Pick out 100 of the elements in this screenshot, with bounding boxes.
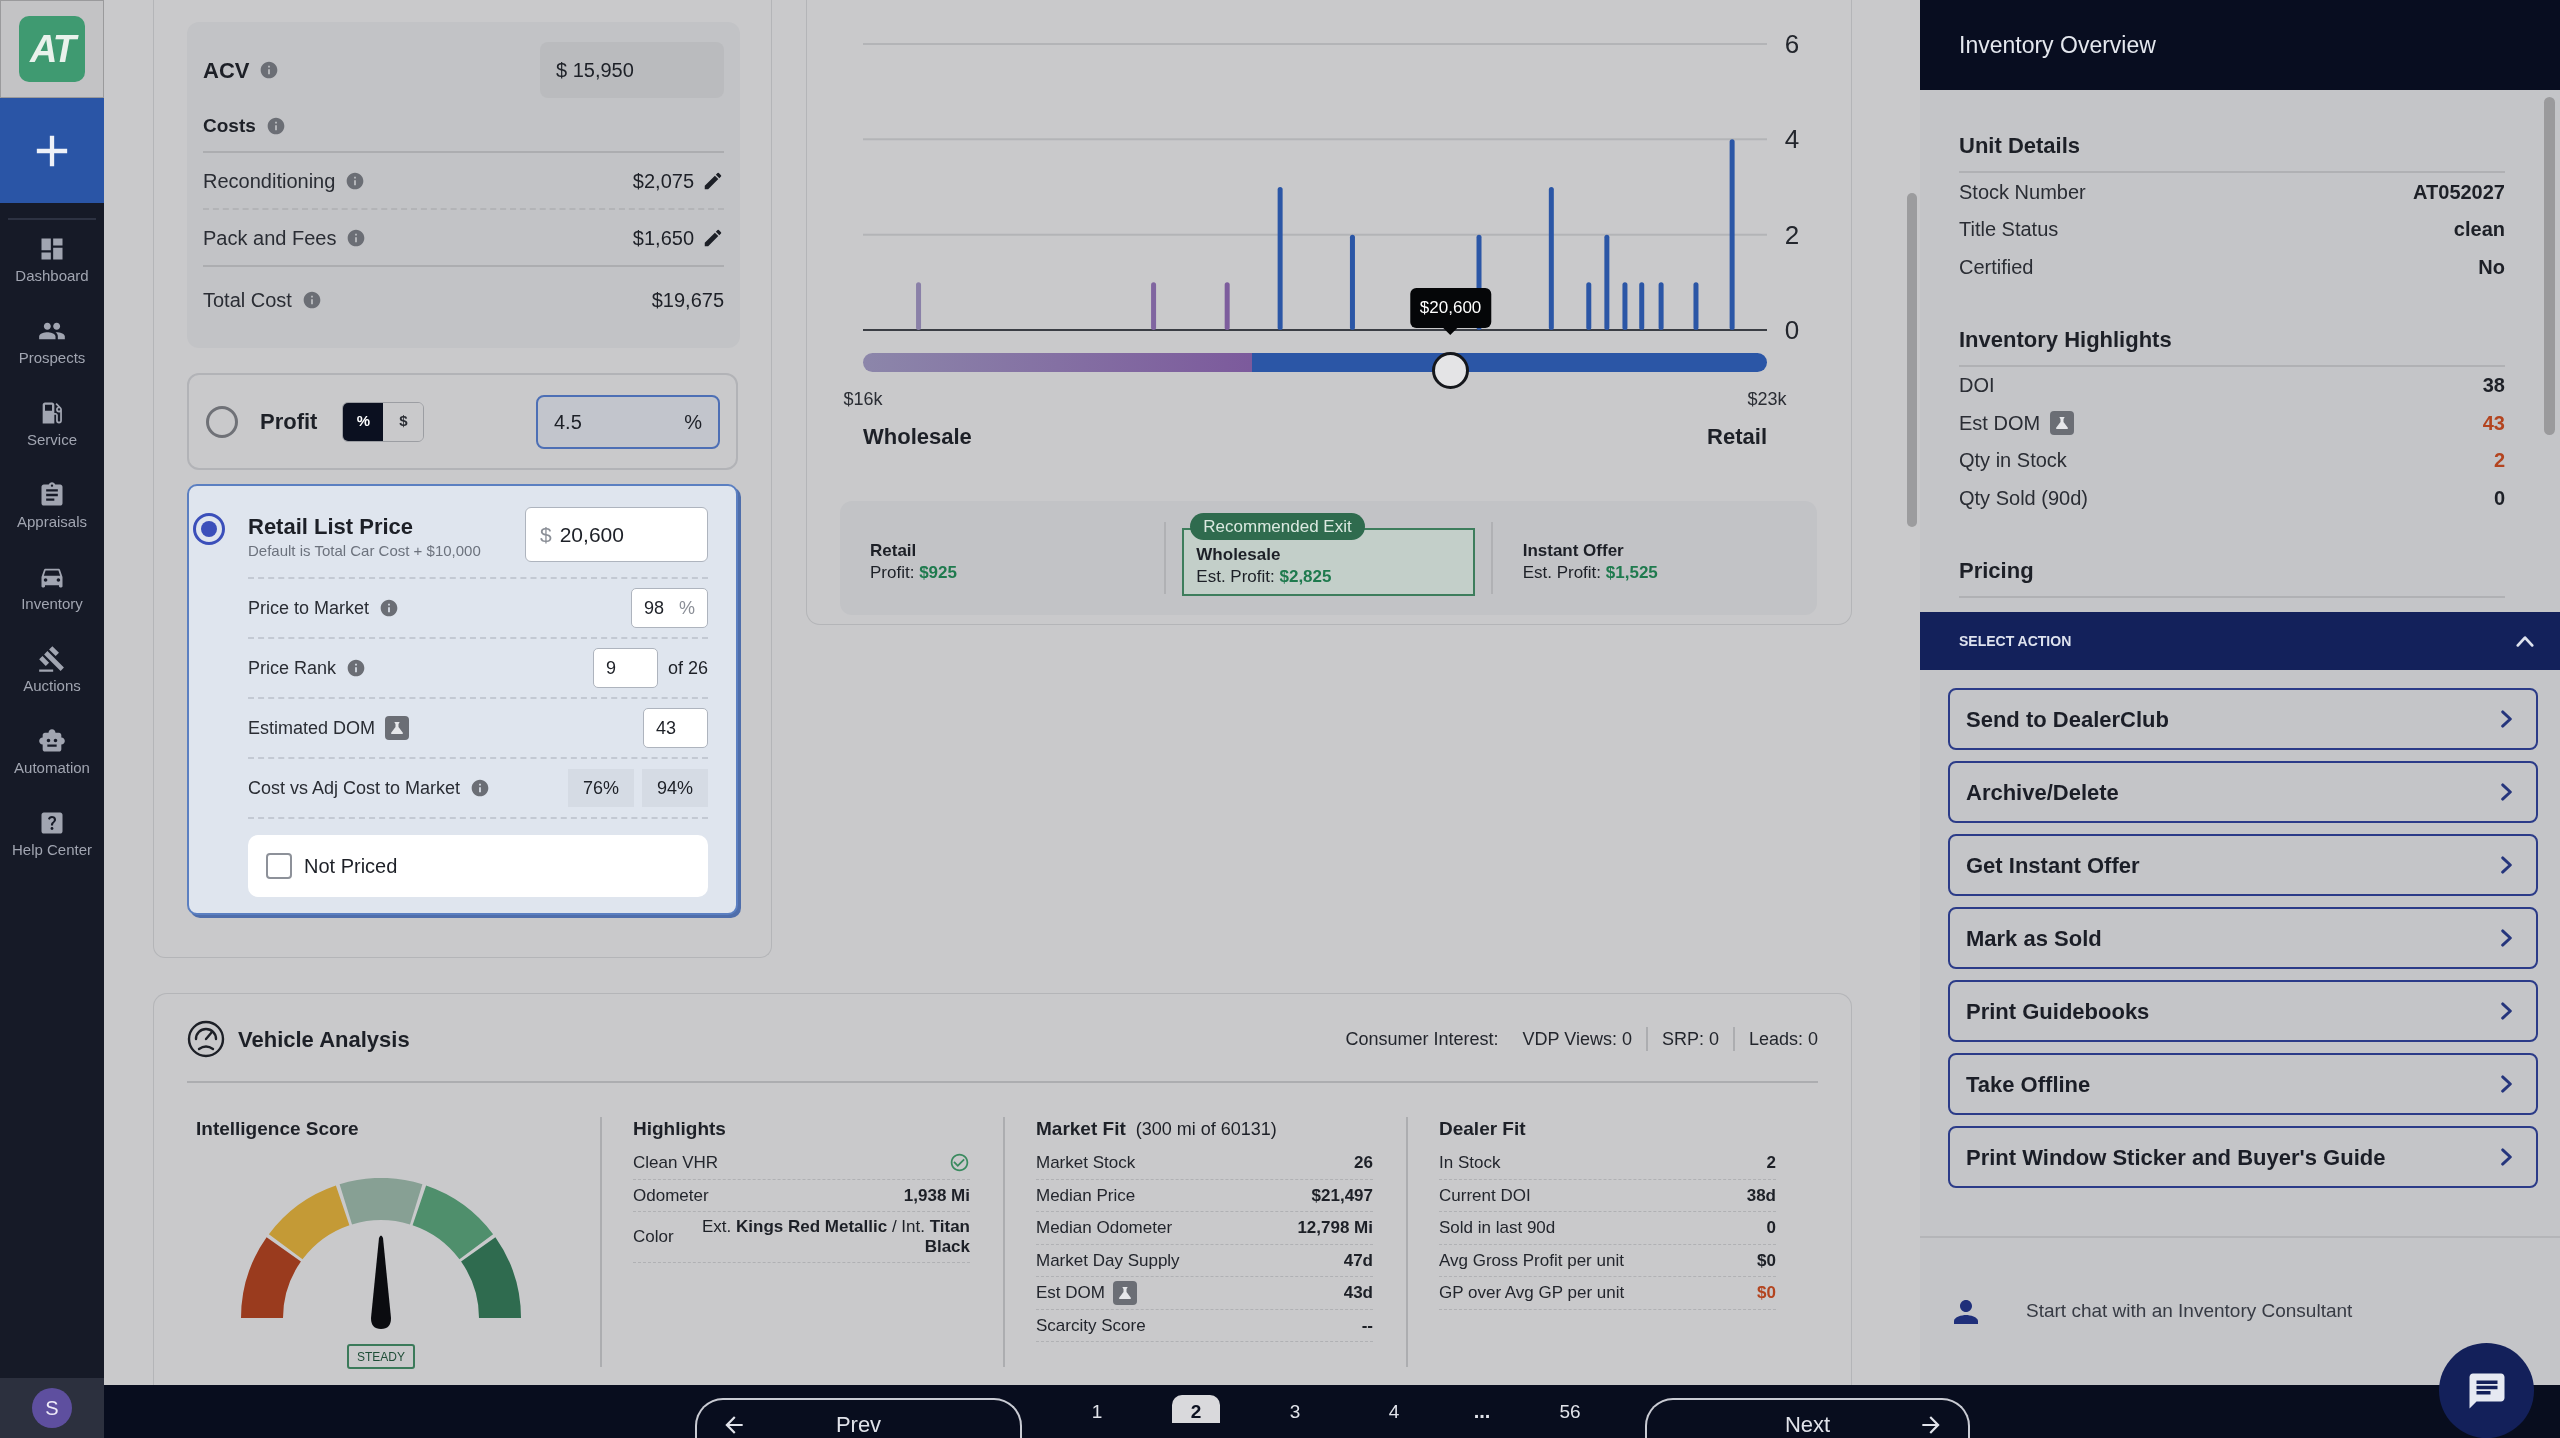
add-button[interactable] [0,98,104,203]
x-axis-tick-label: $23k [1747,389,1787,409]
detail-label: Qty Sold (90d) [1959,485,2088,511]
nav-item[interactable]: Inventory [0,548,104,630]
slider-thumb[interactable] [1432,352,1470,389]
nav-item[interactable]: Dashboard [0,220,104,302]
nav-item[interactable]: Auctions [0,630,104,712]
chevron-right-icon [2501,1002,2512,1020]
nav-item[interactable]: Prospects [0,302,104,384]
action-button[interactable]: Print Window Sticker and Buyer's Guide [1948,1126,2538,1188]
page-button[interactable]: 2 [1172,1395,1220,1423]
page-button[interactable]: 56 [1546,1395,1594,1423]
acv-field[interactable]: $ 15,950 [540,42,724,98]
detail-value: 38 [2482,373,2505,399]
row-label: Scarcity Score [1036,1314,1146,1337]
user-avatar[interactable]: S [32,1388,72,1428]
cost-label: Reconditioning [203,168,336,194]
cost-value: $2,075 [632,168,694,194]
histogram-bar [1586,282,1592,330]
action-button[interactable]: Send to DealerClub [1948,688,2538,750]
slider-right-title: Retail [1707,424,1767,450]
row-label: Market Stock [1036,1152,1136,1174]
histogram-bar [1151,282,1157,330]
detail-value: 2 [2493,448,2505,474]
price-slider-track[interactable] [863,353,1767,372]
interest-stat: Leads: 0 [1748,1027,1818,1051]
speedometer-icon [187,1020,225,1058]
detail-value: 43 [2482,410,2505,436]
section-title: Inventory Highlights [1959,324,2505,367]
next-button[interactable]: Next [1645,1398,1970,1438]
page-button[interactable]: 3 [1271,1395,1319,1423]
row-label: GP over Avg GP per unit [1439,1282,1625,1304]
column-title: Market Fit [1036,1116,1126,1141]
select-action-toggle[interactable]: SELECT ACTION [1920,612,2560,670]
row-value: $0 [1757,1282,1776,1304]
detail-label: Stock Number [1959,179,2086,205]
action-button[interactable]: Print Guidebooks [1948,980,2538,1042]
consumer-interest-label: Consumer Interest: [1345,1027,1499,1051]
unit-toggle[interactable]: % [343,402,384,441]
y-axis-tick-label: 4 [1784,124,1800,155]
radio-button[interactable] [193,513,225,545]
value-field[interactable]: 98 % [631,588,708,628]
exit-option[interactable]: Retail Profit: $925 [870,540,957,584]
row-label: Median Odometer [1036,1217,1173,1239]
option-note: Default is Total Car Cost + $10,000 [248,541,482,561]
page-button[interactable]: 4 [1370,1395,1418,1423]
ratio-cell: 76% [568,769,634,807]
detail-value: No [2478,254,2505,280]
page-button[interactable]: 1 [1073,1395,1121,1423]
detail-value: clean [2453,217,2505,243]
row-value: 43d [1343,1282,1373,1304]
row-value: 0 [1766,1217,1776,1239]
row-label: Market Day Supply [1036,1249,1180,1272]
detail-label: Title Status [1959,217,2059,243]
row-value: Ext. Kings Red Metallic / Int. Titan Black [701,1217,970,1257]
slider-left-title: Wholesale [863,424,972,450]
y-axis-tick-label: 2 [1784,219,1800,250]
column-title: Highlights [633,1116,726,1141]
nav-item[interactable]: Automation [0,712,104,794]
chevron-right-icon [2501,1075,2512,1093]
nav-item[interactable]: Service [0,384,104,466]
acv-label: ACV [203,56,250,85]
action-button[interactable]: Archive/Delete [1948,761,2538,823]
histogram-bar [1622,282,1628,330]
value-field[interactable]: 43 [643,708,708,748]
radio-button[interactable] [206,405,238,438]
row-label: Cost vs Adj Cost to Market [248,776,461,800]
nav-item[interactable]: Appraisals [0,466,104,548]
row-value: 26 [1354,1152,1373,1174]
chevron-right-icon [2501,856,2512,874]
cost-label: Total Cost [203,288,292,313]
exit-option[interactable]: Instant Offer Est. Profit: $1,525 [1522,540,1658,584]
scrollbar-thumb[interactable] [2544,97,2555,435]
action-button[interactable]: Get Instant Offer [1948,834,2538,896]
y-axis-tick-label: 6 [1784,29,1800,59]
action-button[interactable]: Take Offline [1948,1053,2538,1115]
row-value: $0 [1757,1249,1776,1272]
row-label: Price to Market [248,596,370,620]
scrollbar-thumb[interactable] [1907,193,1917,527]
detail-label: Qty in Stock [1959,448,2067,474]
action-button[interactable]: Mark as Sold [1948,907,2538,969]
rank-total: of 26 [667,656,708,680]
row-value: 1,938 Mi [903,1184,970,1207]
histogram-bar [916,282,922,330]
prev-button[interactable]: Prev [695,1398,1022,1438]
x-axis-tick-label: $16k [843,389,883,409]
cost-value: $1,650 [632,225,694,251]
checkbox[interactable] [266,853,292,879]
nav-item[interactable]: Help Center [0,794,104,876]
ratio-cell: 94% [642,769,708,807]
page-ellipsis: ... [1472,1400,1492,1423]
value-field[interactable]: 9 [592,648,658,688]
row-label: Current DOI [1439,1184,1531,1207]
y-axis-tick-label: 0 [1784,315,1800,345]
row-value: 38d [1746,1184,1776,1207]
price-tooltip: $20,600 [1409,288,1492,335]
column-subtitle: (300 mi of 60131) [1135,1117,1277,1141]
retail-price-field[interactable]: $ 20,600 [525,507,708,562]
chat-prompt[interactable]: Start chat with an Inventory Consultant [2026,1297,2353,1326]
profit-field[interactable]: 4.5 % [536,394,720,449]
